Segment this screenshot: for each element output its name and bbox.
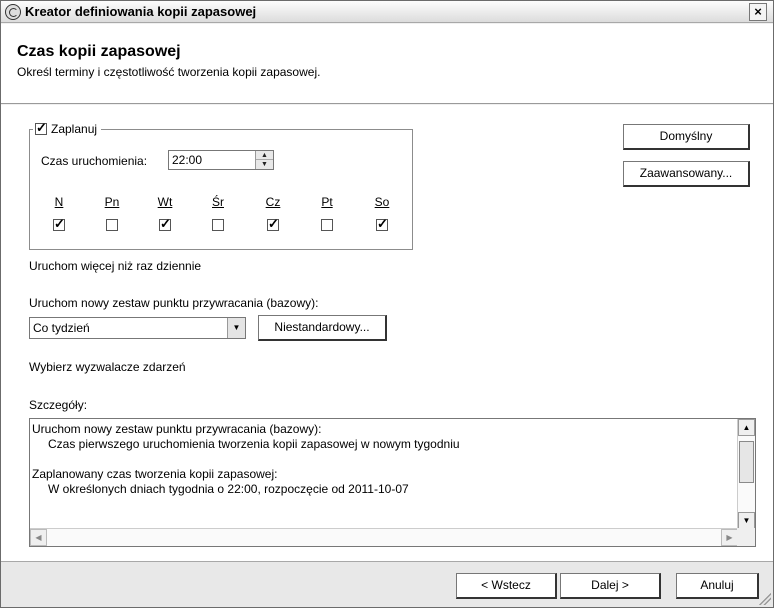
horizontal-scrollbar[interactable]: ◀ ▶ — [30, 528, 738, 546]
day-checkbox-pt[interactable] — [321, 219, 333, 231]
day-label-so: So — [374, 195, 390, 209]
details-line: Uruchom nowy zestaw punktu przywracania … — [32, 422, 322, 436]
scroll-thumb[interactable] — [739, 441, 754, 483]
schedule-checkbox[interactable] — [35, 120, 47, 136]
day-checkbox-so[interactable] — [376, 216, 388, 232]
resize-grip-icon[interactable] — [759, 593, 771, 605]
custom-button[interactable]: Niestandardowy... — [258, 315, 387, 341]
schedule-label: Zaplanuj — [51, 122, 98, 136]
close-button[interactable]: × — [749, 3, 767, 21]
back-button[interactable]: < Wstecz — [456, 573, 557, 599]
day-label-pn: Pn — [104, 195, 120, 209]
scroll-up-icon[interactable]: ▲ — [738, 419, 755, 436]
day-label-n: N — [54, 195, 64, 209]
day-checkbox-wt[interactable] — [159, 216, 171, 232]
wizard-header: Czas kopii zapasowej Określ terminy i cz… — [1, 24, 773, 104]
scroll-down-icon[interactable]: ▼ — [738, 512, 755, 529]
day-checkbox-n[interactable] — [53, 216, 65, 232]
advanced-button[interactable]: Zaawansowany... — [623, 161, 750, 187]
day-checkbox-pn[interactable] — [106, 219, 118, 231]
details-line: Zaplanowany czas tworzenia kopii zapasow… — [32, 467, 278, 481]
day-checkbox-sr[interactable] — [212, 219, 224, 231]
spin-up-icon[interactable]: ▲ — [256, 151, 273, 160]
vertical-scrollbar[interactable]: ▲ ▼ — [737, 419, 755, 529]
time-spinner[interactable]: ▲ ▼ — [255, 151, 273, 169]
cancel-button[interactable]: Anuluj — [676, 573, 759, 599]
schedule-group — [29, 129, 413, 250]
schedule-toggle[interactable]: Zaplanuj — [33, 120, 102, 136]
restore-point-value: Co tydzień — [33, 321, 90, 335]
page-title: Czas kopii zapasowej — [17, 43, 181, 60]
restore-point-label: Uruchom nowy zestaw punktu przywracania … — [29, 296, 319, 310]
window-title: Kreator definiowania kopii zapasowej — [25, 4, 257, 19]
day-label-pt: Pt — [321, 195, 333, 209]
wizard-window: Kreator definiowania kopii zapasowej × C… — [0, 0, 774, 608]
scroll-left-icon[interactable]: ◀ — [30, 529, 47, 546]
spin-down-icon[interactable]: ▼ — [256, 160, 273, 169]
day-label-cz: Cz — [265, 195, 281, 209]
start-time-field[interactable]: 22:00 ▲ ▼ — [168, 150, 274, 170]
start-time-label: Czas uruchomienia: — [41, 154, 148, 168]
day-label-wt: Wt — [157, 195, 173, 209]
start-time-value: 22:00 — [172, 153, 203, 167]
scroll-corner — [737, 528, 755, 546]
details-textbox[interactable]: Uruchom nowy zestaw punktu przywracania … — [29, 418, 756, 547]
details-line: W określonych dniach tygodnia o 22:00, r… — [48, 482, 409, 496]
next-button[interactable]: Dalej > — [560, 573, 661, 599]
day-checkbox-cz[interactable] — [267, 216, 279, 232]
title-bar[interactable]: Kreator definiowania kopii zapasowej × — [1, 1, 773, 23]
run-multiple-link[interactable]: Uruchom więcej niż raz dziennie — [29, 259, 201, 273]
default-button[interactable]: Domyślny — [623, 124, 750, 150]
triggers-link[interactable]: Wybierz wyzwalacze zdarzeń — [29, 360, 186, 374]
day-label-sr: Śr — [212, 195, 224, 209]
wizard-footer: < Wstecz Dalej > Anuluj — [1, 561, 773, 607]
details-line: Czas pierwszego uruchomienia tworzenia k… — [48, 437, 460, 451]
details-label: Szczegóły: — [29, 398, 88, 412]
app-icon — [5, 4, 21, 20]
restore-point-select[interactable]: Co tydzień ▼ — [29, 317, 246, 339]
scroll-right-icon[interactable]: ▶ — [721, 529, 738, 546]
chevron-down-icon[interactable]: ▼ — [227, 318, 245, 338]
page-subtitle: Określ terminy i częstotliwość tworzenia… — [17, 65, 321, 79]
